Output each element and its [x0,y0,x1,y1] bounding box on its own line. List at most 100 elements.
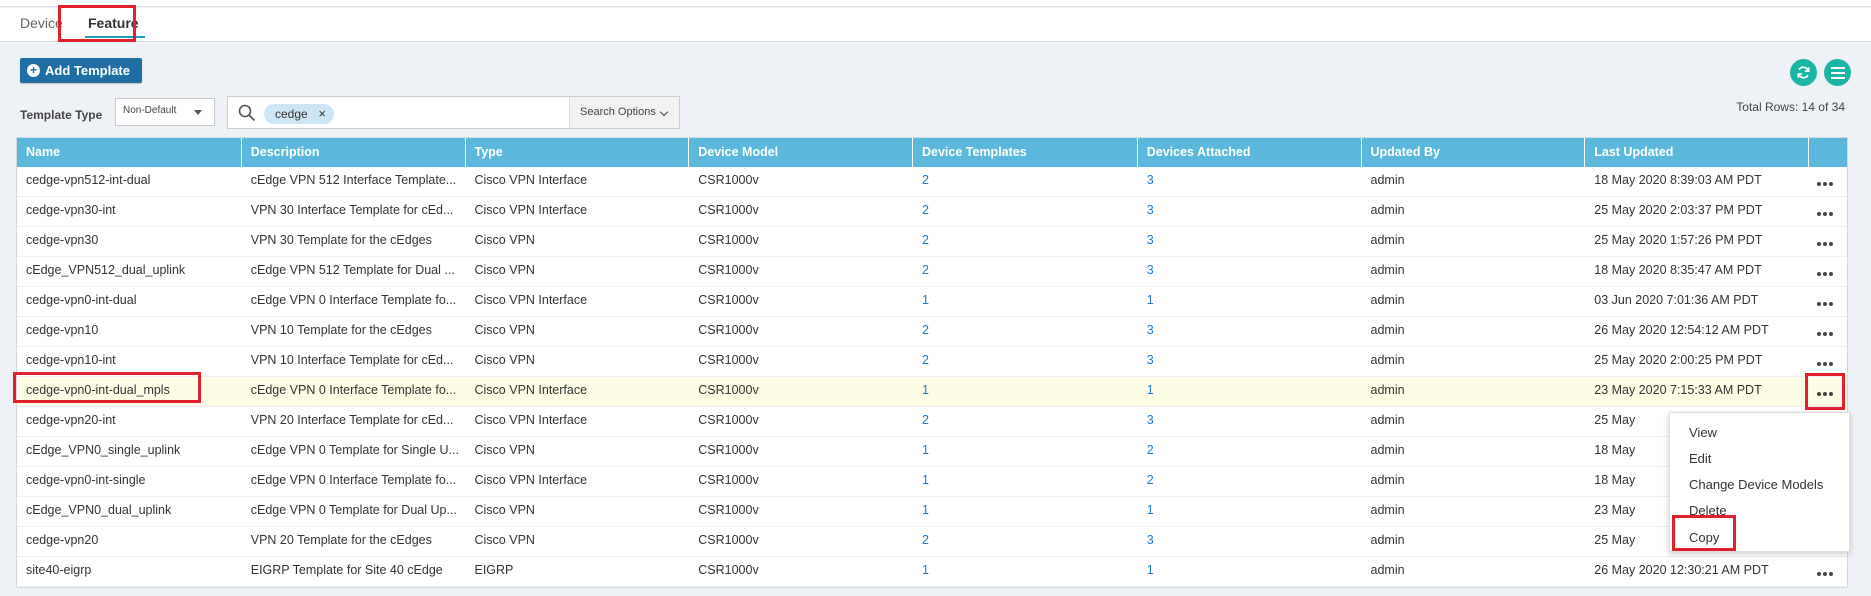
more-actions-icon[interactable] [1809,197,1841,223]
add-template-button[interactable]: + Add Template [20,58,142,83]
table-row[interactable]: site40-eigrp EIGRP Template for Site 40 c… [17,557,1847,587]
menu-item-view[interactable]: View [1689,425,1717,440]
table-row[interactable]: cedge-vpn512-int-dual cEdge VPN 512 Inter… [17,167,1847,197]
cell-device-templates[interactable]: 2 [913,167,1138,196]
column-header-devices-attached[interactable]: Devices Attached [1138,138,1362,167]
menu-item-edit[interactable]: Edit [1689,451,1711,466]
more-actions-icon[interactable] [1809,317,1841,343]
cell-devices-attached[interactable]: 1 [1138,377,1362,406]
table-row[interactable]: cedge-vpn0-int-single cEdge VPN 0 Interfa… [17,467,1847,497]
cell-devices-attached[interactable]: 1 [1138,287,1362,316]
cell-devices-attached[interactable]: 2 [1138,467,1362,496]
cell-devices-attached[interactable]: 3 [1138,317,1362,346]
table-row[interactable]: cedge-vpn30 VPN 30 Template for the cEdge… [17,227,1847,257]
cell-devices-attached[interactable]: 3 [1138,407,1362,436]
table-row[interactable]: cedge-vpn20 VPN 20 Template for the cEdge… [17,527,1847,557]
more-actions-icon[interactable] [1809,377,1841,403]
search-box[interactable]: cedge × Search Options [227,96,680,129]
tab-feature[interactable]: Feature [85,8,145,42]
more-actions-icon[interactable] [1809,257,1841,283]
column-header-type[interactable]: Type [466,138,690,167]
cell-updated-by: admin [1370,233,1405,247]
column-header-description[interactable]: Description [242,138,466,167]
cell-type: Cisco VPN [474,533,535,547]
table-row[interactable]: cedge-vpn20-int VPN 20 Interface Template… [17,407,1847,437]
cell-description: cEdge VPN 512 Template for Dual ... [250,263,455,277]
table-row[interactable]: cedge-vpn30-int VPN 30 Interface Template… [17,197,1847,227]
more-actions-icon[interactable] [1809,167,1841,193]
column-header-device-model[interactable]: Device Model [689,138,913,167]
table-row[interactable]: cEdge_VPN512_dual_uplink cEdge VPN 512 Te… [17,257,1847,287]
tab-device[interactable]: Device [20,8,63,42]
cell-devices-attached[interactable]: 2 [1138,437,1362,466]
column-header-device-templates[interactable]: Device Templates [913,138,1138,167]
menu-item-delete[interactable]: Delete [1689,503,1727,518]
column-header-updated-by[interactable]: Updated By [1362,138,1586,167]
menu-item-change-device-models[interactable]: Change Device Models [1689,477,1823,492]
cell-device-model: CSR1000v [698,473,759,487]
more-actions-icon[interactable] [1809,227,1841,253]
refresh-button[interactable] [1790,59,1817,86]
cell-device-templates[interactable]: 2 [913,407,1138,436]
cell-devices-attached[interactable]: 3 [1138,197,1362,226]
cell-name: cedge-vpn20 [26,533,99,547]
cell-device-model: CSR1000v [698,293,759,307]
caret-down-icon [194,110,202,115]
row-actions-cell [1809,347,1847,376]
cell-device-model: CSR1000v [698,263,759,277]
cell-device-templates[interactable]: 2 [913,227,1138,256]
search-icon [238,104,256,122]
cell-devices-attached[interactable]: 3 [1138,527,1362,556]
menu-button[interactable] [1824,59,1851,86]
cell-device-templates[interactable]: 2 [913,317,1138,346]
cell-devices-attached[interactable]: 3 [1138,347,1362,376]
template-type-label: Template Type [20,108,103,122]
table-row[interactable]: cedge-vpn10-int VPN 10 Interface Template… [17,347,1847,377]
table-body: cedge-vpn512-int-dual cEdge VPN 512 Inter… [17,167,1847,587]
context-menu: View Edit Change Device Models Delete Co… [1669,412,1850,552]
cell-device-model: CSR1000v [698,533,759,547]
cell-device-templates[interactable]: 1 [913,287,1138,316]
template-type-select[interactable]: Non-Default [115,98,215,126]
more-actions-icon[interactable] [1809,287,1841,313]
cell-device-templates[interactable]: 1 [913,497,1138,526]
cell-device-templates[interactable]: 2 [913,257,1138,286]
column-header-last-updated[interactable]: Last Updated [1585,138,1809,167]
cell-device-templates[interactable]: 1 [913,437,1138,466]
cell-type: Cisco VPN [474,353,535,367]
cell-device-templates[interactable]: 1 [913,377,1138,406]
cell-description: cEdge VPN 0 Template for Dual Up... [250,503,457,517]
search-options-button[interactable]: Search Options [569,97,679,128]
cell-device-templates[interactable]: 2 [913,197,1138,226]
more-actions-icon[interactable] [1809,557,1841,583]
search-chip-label: cedge [275,107,308,121]
cell-device-templates[interactable]: 1 [913,557,1138,586]
chip-close-icon[interactable]: × [318,104,326,124]
more-actions-icon[interactable] [1809,347,1841,373]
table-row[interactable]: cedge-vpn0-int-dual cEdge VPN 0 Interface… [17,287,1847,317]
table-row[interactable]: cEdge_VPN0_dual_uplink cEdge VPN 0 Templa… [17,497,1847,527]
total-rows: Total Rows: 14 of 34 [1736,100,1845,114]
cell-name: cedge-vpn512-int-dual [26,173,151,187]
chevron-down-icon [659,107,669,117]
table-row[interactable]: cEdge_VPN0_single_uplink cEdge VPN 0 Temp… [17,437,1847,467]
cell-device-templates[interactable]: 2 [913,347,1138,376]
cell-description: VPN 20 Template for the cEdges [250,533,432,547]
table-row[interactable]: cedge-vpn10 VPN 10 Template for the cEdge… [17,317,1847,347]
cell-devices-attached[interactable]: 1 [1138,497,1362,526]
cell-device-templates[interactable]: 2 [913,527,1138,556]
cell-description: cEdge VPN 512 Interface Template... [250,173,457,187]
cell-devices-attached[interactable]: 3 [1138,257,1362,286]
cell-description: VPN 10 Interface Template for cEd... [250,353,454,367]
cell-name: cEdge_VPN0_dual_uplink [26,503,172,517]
cell-type: Cisco VPN Interface [474,203,588,217]
cell-devices-attached[interactable]: 1 [1138,557,1362,586]
column-header-name[interactable]: Name [17,138,242,167]
cell-devices-attached[interactable]: 3 [1138,227,1362,256]
cell-devices-attached[interactable]: 3 [1138,167,1362,196]
hamburger-icon [1830,66,1845,79]
cell-updated-by: admin [1370,383,1405,397]
table-row[interactable]: cedge-vpn0-int-dual_mpls cEdge VPN 0 Inte… [17,377,1847,407]
cell-device-templates[interactable]: 1 [913,467,1138,496]
menu-item-copy[interactable]: Copy [1689,530,1719,545]
